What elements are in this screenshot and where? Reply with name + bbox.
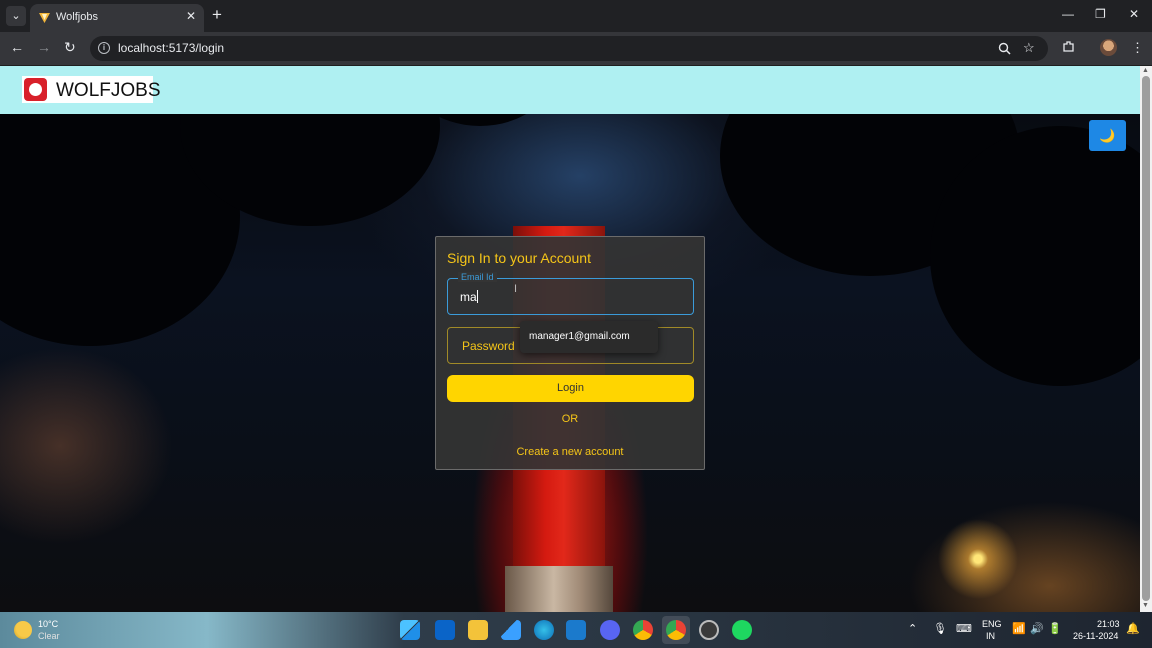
windows-taskbar: 10°C Clear ⌃ 🎙 ⌨ ENG IN 📶 🔊 🔋 21:03 26-1… — [0, 612, 1152, 648]
bookmark-star-icon[interactable]: ☆ — [1023, 40, 1035, 56]
browser-tab[interactable]: Wolfjobs ✕ — [30, 4, 204, 32]
site-info-icon[interactable]: i — [98, 42, 110, 54]
theme-toggle-button[interactable]: 🌙 — [1089, 120, 1126, 151]
scroll-up-arrow-icon[interactable]: ▲ — [1142, 67, 1149, 74]
zoom-icon[interactable] — [998, 42, 1011, 55]
volume-icon[interactable]: 🔊 — [1030, 622, 1044, 635]
page-scrollbar[interactable]: ▲ ▼ — [1140, 66, 1152, 612]
chrome-icon[interactable] — [666, 620, 686, 640]
discord-icon[interactable] — [600, 620, 620, 640]
reload-icon[interactable]: ↻ — [64, 39, 76, 56]
back-arrow-icon[interactable]: ← — [10, 39, 24, 55]
tab-search-button[interactable]: ⌄ — [6, 6, 26, 26]
login-card: Sign In to your Account Email Id ma I Pa… — [435, 236, 705, 470]
todo-icon[interactable] — [501, 620, 521, 640]
app-header: WOLFJOBS — [0, 66, 1140, 114]
profile-avatar[interactable] — [1100, 39, 1117, 56]
show-hidden-icons-chevron-icon[interactable]: ⌃ — [908, 622, 917, 635]
autofill-suggestion[interactable]: manager1@gmail.com — [529, 331, 630, 342]
weather-temperature[interactable]: 10°C — [38, 619, 58, 629]
file-explorer-icon[interactable] — [468, 620, 488, 640]
restore-icon[interactable]: ❐ — [1095, 7, 1106, 21]
weather-moon-icon[interactable] — [14, 621, 32, 639]
or-divider-text: OR — [561, 413, 579, 425]
login-title: Sign In to your Account — [447, 250, 591, 266]
belltower-base-image — [505, 566, 613, 612]
ibeam-cursor-icon: I — [514, 283, 518, 295]
wifi-icon[interactable]: 📶 — [1012, 622, 1026, 635]
scrollbar-thumb[interactable] — [1142, 76, 1150, 601]
windows-start-icon[interactable] — [400, 620, 420, 640]
region-indicator[interactable]: IN — [986, 631, 995, 641]
chrome-profile-icon[interactable] — [633, 620, 653, 640]
language-indicator[interactable]: ENG — [982, 619, 1002, 629]
keyboard-icon[interactable]: ⌨ — [956, 622, 972, 635]
notification-bell-icon[interactable]: 🔔 — [1126, 622, 1140, 635]
battery-icon[interactable]: 🔋 — [1048, 622, 1062, 635]
tab-title: Wolfjobs — [56, 11, 98, 23]
browser-toolbar: ← → ↻ i localhost:5173/login ☆ ⋮ — [0, 32, 1152, 65]
login-button[interactable]: Login — [447, 375, 694, 402]
autofill-dropdown: manager1@gmail.com — [520, 321, 658, 353]
new-tab-button[interactable]: + — [212, 6, 222, 24]
outlook-icon[interactable] — [435, 620, 455, 640]
window-close-icon[interactable]: ✕ — [1129, 7, 1139, 21]
clock-date[interactable]: 26-11-2024 — [1073, 631, 1118, 641]
github-desktop-icon[interactable] — [699, 620, 719, 640]
email-field-label: Email Id — [458, 272, 497, 282]
weather-description[interactable]: Clear — [38, 631, 60, 641]
wolfjobs-logo[interactable]: WOLFJOBS — [22, 76, 161, 103]
spotify-icon[interactable] — [732, 620, 752, 640]
wolfjobs-favicon-icon — [39, 13, 50, 23]
address-bar-url[interactable]: localhost:5173/login — [118, 41, 224, 55]
logo-text: WOLFJOBS — [56, 80, 161, 101]
create-account-link[interactable]: Create a new account — [436, 446, 704, 458]
password-field-label: Password — [462, 339, 515, 353]
wolf-logo-icon — [24, 78, 47, 101]
page-viewport: WOLFJOBS 🌙 Sign In to your Account Email… — [0, 66, 1140, 612]
address-bar[interactable]: i localhost:5173/login ☆ — [90, 36, 1048, 61]
browser-tab-bar: ⌄ Wolfjobs ✕ + — ❐ ✕ — [0, 0, 1152, 32]
extensions-icon[interactable] — [1062, 40, 1075, 53]
moon-icon: 🌙 — [1099, 128, 1116, 143]
vscode-icon[interactable] — [566, 620, 586, 640]
email-field[interactable]: Email Id ma I — [447, 272, 694, 315]
tab-close-icon[interactable]: ✕ — [186, 9, 196, 23]
browser-menu-icon[interactable]: ⋮ — [1131, 40, 1144, 56]
forward-arrow-icon[interactable]: → — [37, 39, 51, 55]
microphone-icon[interactable]: 🎙 — [933, 622, 947, 635]
edge-icon[interactable] — [534, 620, 554, 640]
minimize-icon[interactable]: — — [1062, 7, 1074, 21]
email-field-value[interactable]: ma — [460, 290, 478, 304]
text-caret — [476, 290, 478, 303]
clock-time[interactable]: 21:03 — [1097, 619, 1120, 629]
scroll-down-arrow-icon[interactable]: ▼ — [1142, 602, 1149, 609]
